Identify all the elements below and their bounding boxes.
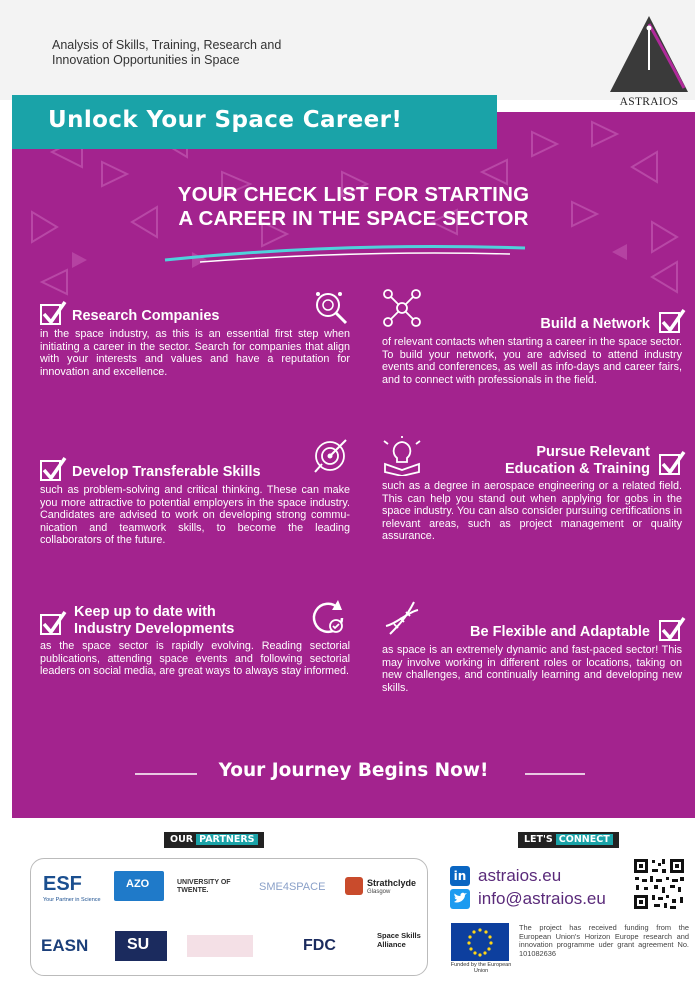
brand-name: ASTRAIOS xyxy=(619,96,679,108)
refresh-icon xyxy=(312,600,344,634)
item-body: in the space industry, as this is an ess… xyxy=(40,328,350,378)
item-title-row: Develop Transferable Skills xyxy=(40,456,350,484)
checkbox-icon xyxy=(40,610,67,635)
heading-line1: YOUR CHECK LIST FOR STARTING xyxy=(177,183,530,206)
website-link[interactable]: astraios.eu xyxy=(478,866,561,886)
title-banner: Unlock Your Space Career! xyxy=(12,95,497,149)
twente-logo: UNIVERSITY OF TWENTE. xyxy=(177,879,231,894)
item-body: such as problem-solving and critical thi… xyxy=(40,484,350,546)
item-title-line2: Industry Developments xyxy=(74,621,235,637)
item-title: Research Companies xyxy=(72,308,220,324)
checkbox-icon xyxy=(659,616,686,641)
item-title-row: Pursue Relevant Education & Training xyxy=(382,444,686,480)
checklist-heading: YOUR CHECK LIST FOR STARTING A CAREER IN… xyxy=(12,183,695,231)
partners-box: ESF Your Partner in Science AZO UNIVERSI… xyxy=(30,858,428,976)
eu-flag xyxy=(451,923,509,961)
checkbox-icon xyxy=(659,308,686,333)
item-title: Develop Transferable Skills xyxy=(72,464,261,480)
checklist-item-flexible: Be Flexible and Adaptable as space is an… xyxy=(382,616,686,694)
header-subtitle-line1: Analysis of Skills, Training, Research a… xyxy=(52,38,282,52)
connect-tag-b: CONNECT xyxy=(555,834,613,845)
eu-caption: Funded by the European Union xyxy=(450,962,512,974)
checklist-item-education: Pursue Relevant Education & Training suc… xyxy=(382,444,686,543)
checklist-item-research-companies: Research Companies in the space industry… xyxy=(40,300,350,378)
item-title-line1: Keep up to date with xyxy=(74,604,216,620)
item-title-line1: Pursue Relevant xyxy=(536,444,650,460)
partners-tag-a: OUR xyxy=(170,834,194,845)
su-logo: SU xyxy=(115,931,167,961)
glasgow-label: Glasgow xyxy=(367,889,391,895)
connect-tag: LET'S CONNECT xyxy=(518,832,619,848)
item-title-row: Build a Network xyxy=(382,308,686,336)
qr-code[interactable] xyxy=(632,857,686,911)
checkbox-icon xyxy=(659,450,686,475)
astraios-logo: ASTRAIOS xyxy=(608,14,690,114)
university-partner-logo xyxy=(187,935,253,957)
email-link[interactable]: info@astraios.eu xyxy=(478,889,606,909)
magnifier-icon xyxy=(316,292,348,325)
header-subtitle-line2: Innovation Opportunities in Space xyxy=(52,53,240,67)
strathclyde-crest xyxy=(345,877,363,895)
banner-title: Unlock Your Space Career! xyxy=(48,107,403,133)
heading-swoosh xyxy=(164,245,526,263)
checkbox-icon xyxy=(40,300,67,325)
item-title: Build a Network xyxy=(540,316,650,332)
header-band: Analysis of Skills, Training, Research a… xyxy=(0,0,695,100)
linkedin-icon[interactable]: in xyxy=(450,866,470,886)
item-body: of relevant contacts when starting a car… xyxy=(382,336,682,386)
item-title-row: Research Companies xyxy=(40,300,350,328)
item-title: Be Flexible and Adaptable xyxy=(470,624,650,640)
twitter-icon[interactable] xyxy=(450,889,470,909)
space-skills-logo: Space Skills Alliance xyxy=(377,931,421,949)
fdc-logo: FDC xyxy=(303,937,336,954)
checklist-item-transferable-skills: Develop Transferable Skills such as prob… xyxy=(40,456,350,547)
checkbox-icon xyxy=(40,456,67,481)
item-body: as the space sector is rapidly evolving.… xyxy=(40,640,350,677)
heading-line2: A CAREER IN THE SPACE SECTOR xyxy=(178,207,529,230)
item-body: such as a degree in aerospace engineerin… xyxy=(382,480,682,542)
esf-logo: ESF xyxy=(43,873,82,895)
checklist-item-build-network: Build a Network of relevant contacts whe… xyxy=(382,308,686,386)
azo-logo: AZO xyxy=(114,871,164,901)
partners-tag-b: PARTNERS xyxy=(196,834,258,845)
azo-label: AZO xyxy=(126,878,150,890)
page: Analysis of Skills, Training, Research a… xyxy=(0,0,695,987)
funding-statement: The project has received funding from th… xyxy=(519,923,689,958)
logo-triangle-icon xyxy=(610,16,688,92)
header-subtitle: Analysis of Skills, Training, Research a… xyxy=(52,38,372,68)
item-title-line2: Education & Training xyxy=(504,461,650,477)
easn-logo: EASN xyxy=(41,936,89,955)
item-title-row: Be Flexible and Adaptable xyxy=(382,616,686,644)
item-title-row: Keep up to date with Industry Developmen… xyxy=(40,604,350,640)
item-body: as space is an extremely dynamic and fas… xyxy=(382,644,682,694)
su-label: SU xyxy=(127,936,150,953)
checklist-item-industry-developments: Keep up to date with Industry Developmen… xyxy=(40,604,350,678)
partners-tag: OUR PARTNERS xyxy=(164,832,264,848)
closing-slogan: Your Journey Begins Now! xyxy=(218,760,489,781)
connect-tag-a: LET'S xyxy=(524,834,553,845)
esf-tagline: Your Partner in Science xyxy=(43,897,101,903)
strathclyde-logo: Strathclyde xyxy=(367,878,417,888)
sme4space-logo: SME4SPACE xyxy=(259,881,326,893)
